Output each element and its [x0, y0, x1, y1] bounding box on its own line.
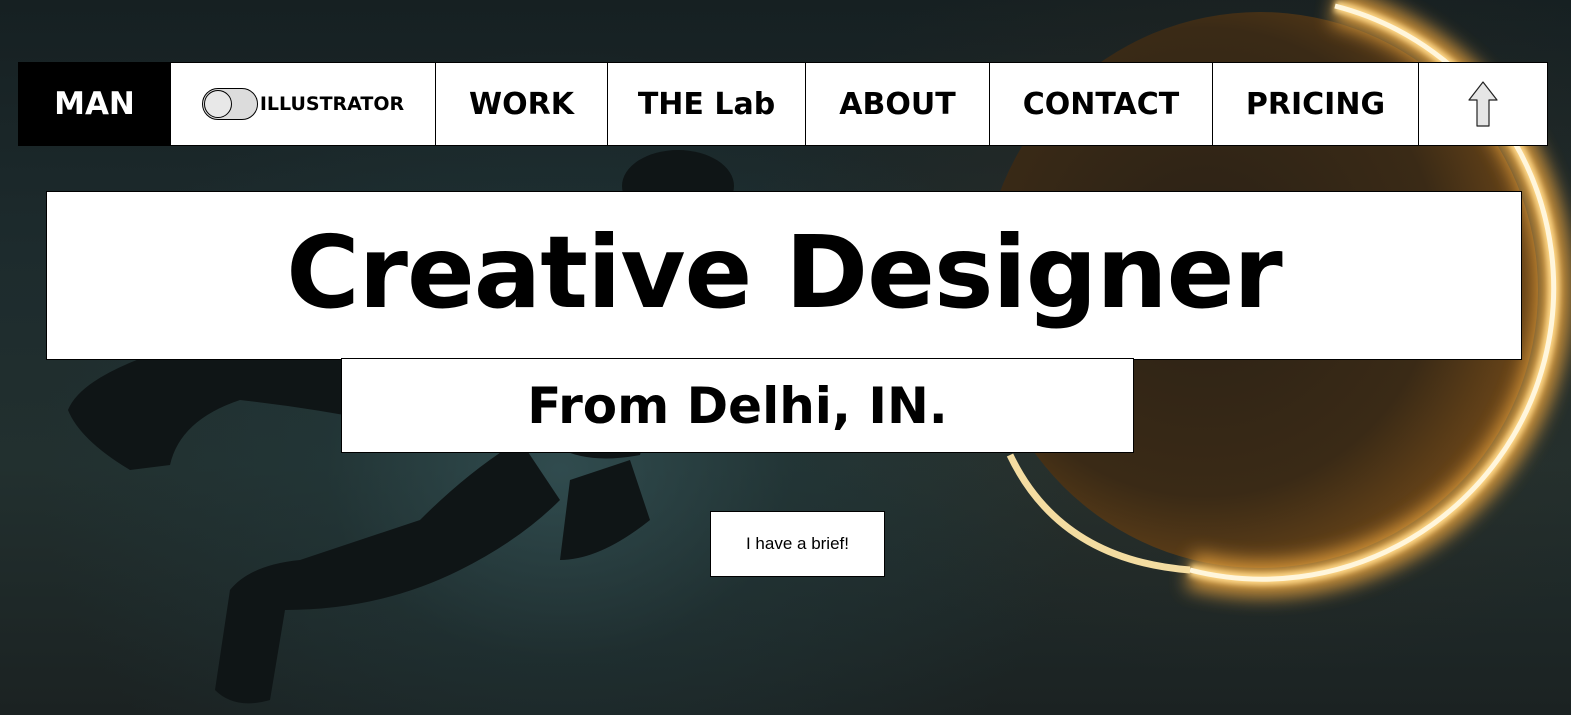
scroll-top-button[interactable]: [1418, 62, 1548, 146]
toggle-switch-icon[interactable]: [201, 88, 258, 120]
hero-subtitle-box: From Delhi, IN.: [341, 358, 1134, 453]
brand-logo[interactable]: MAN: [18, 62, 171, 146]
nav-item-pricing[interactable]: PRICING: [1212, 62, 1419, 146]
nav-item-contact[interactable]: CONTACT: [989, 62, 1213, 146]
hero-title: Creative Designer: [286, 213, 1282, 331]
nav-item-about[interactable]: ABOUT: [805, 62, 990, 146]
mode-switch[interactable]: ILLUSTRATOR: [170, 62, 436, 146]
brief-button[interactable]: I have a brief!: [710, 511, 885, 577]
hero-subtitle: From Delhi, IN.: [527, 376, 948, 435]
nav-item-the-lab[interactable]: THE Lab: [607, 62, 806, 146]
top-navigation: MAN ILLUSTRATOR WORK THE Lab ABOUT CONTA…: [18, 62, 1549, 146]
arrow-up-icon: [1468, 81, 1498, 127]
nav-item-work[interactable]: WORK: [435, 62, 608, 146]
toggle-knob: [203, 90, 232, 118]
mode-label: ILLUSTRATOR: [259, 93, 405, 115]
hero-title-box: Creative Designer: [46, 191, 1522, 360]
